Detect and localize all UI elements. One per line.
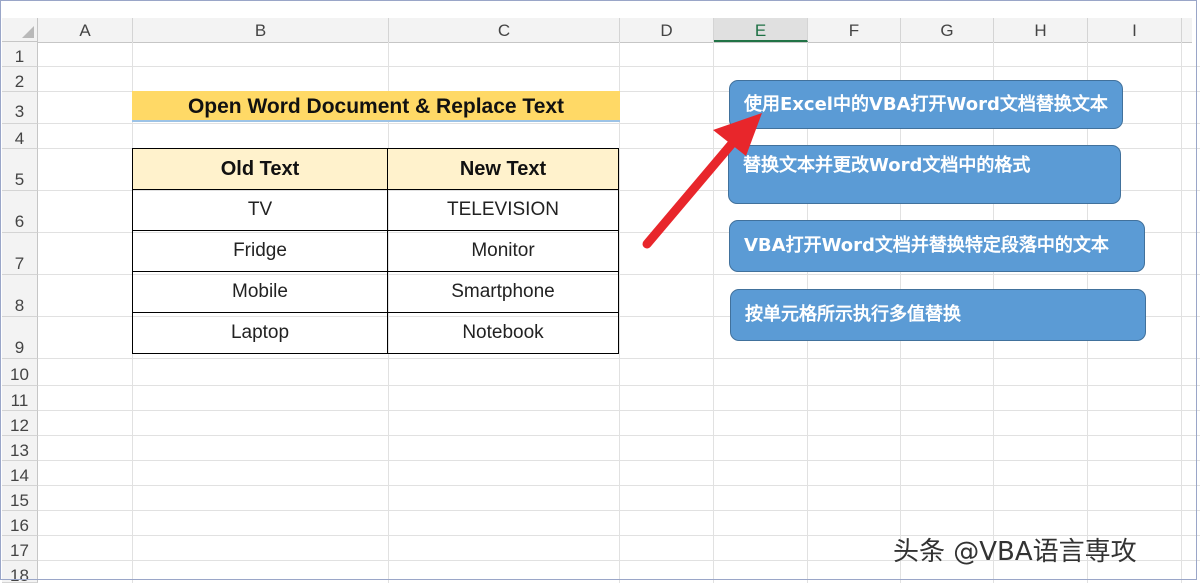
- new-text-cell[interactable]: TELEVISION: [387, 189, 619, 231]
- column-header-g[interactable]: G: [901, 18, 994, 42]
- table-row: Laptop Notebook: [132, 312, 619, 354]
- old-text-cell[interactable]: Laptop: [132, 312, 388, 354]
- row-header-6[interactable]: 6: [2, 191, 38, 233]
- row-header-7[interactable]: 7: [2, 233, 38, 275]
- shape-button-2[interactable]: 替换文本并更改Word文档中的格式: [728, 145, 1121, 204]
- column-header-c[interactable]: C: [389, 18, 620, 42]
- table-row: Mobile Smartphone: [132, 271, 619, 313]
- row-header-13[interactable]: 13: [2, 436, 38, 461]
- row-header-16[interactable]: 16: [2, 511, 38, 536]
- column-header-h[interactable]: H: [994, 18, 1088, 42]
- header-new-text[interactable]: New Text: [387, 148, 619, 190]
- new-text-cell[interactable]: Monitor: [387, 230, 619, 272]
- row-header-14[interactable]: 14: [2, 461, 38, 486]
- old-text-cell[interactable]: Mobile: [132, 271, 388, 313]
- row-header-1[interactable]: 1: [2, 42, 38, 67]
- select-all-corner[interactable]: [2, 18, 38, 42]
- row-header-8[interactable]: 8: [2, 275, 38, 317]
- title-cell[interactable]: Open Word Document & Replace Text: [132, 91, 620, 122]
- header-old-text[interactable]: Old Text: [132, 148, 388, 190]
- watermark-text: 头条 @VBA语言専攻: [893, 537, 1137, 567]
- shape-button-4[interactable]: 按单元格所示执行多值替换: [730, 289, 1146, 341]
- row-header-2[interactable]: 2: [2, 67, 38, 92]
- row-header-15[interactable]: 15: [2, 486, 38, 511]
- new-text-cell[interactable]: Smartphone: [387, 271, 619, 313]
- gridline: [38, 435, 1200, 436]
- row-header-10[interactable]: 10: [2, 359, 38, 386]
- gridline: [38, 385, 1200, 386]
- table-header-row: Old Text New Text: [132, 148, 619, 190]
- column-header-f[interactable]: F: [808, 18, 901, 42]
- row-header-4[interactable]: 4: [2, 124, 38, 149]
- row-header-3[interactable]: 3: [2, 92, 38, 124]
- gridline: [38, 410, 1200, 411]
- gridline: [38, 358, 1200, 359]
- gridline: [38, 510, 1200, 511]
- column-header-i[interactable]: I: [1088, 18, 1182, 42]
- gridline: [38, 485, 1200, 486]
- column-header-b[interactable]: B: [133, 18, 389, 42]
- old-text-cell[interactable]: Fridge: [132, 230, 388, 272]
- shape-button-1[interactable]: 使用Excel中的VBA打开Word文档替换文本: [729, 80, 1123, 129]
- row-header-11[interactable]: 11: [2, 386, 38, 411]
- column-header-a[interactable]: A: [38, 18, 133, 42]
- gridline: [38, 460, 1200, 461]
- row-header-17[interactable]: 17: [2, 536, 38, 561]
- shape-button-3[interactable]: VBA打开Word文档并替换特定段落中的文本: [729, 220, 1145, 272]
- row-header-9[interactable]: 9: [2, 317, 38, 359]
- row-header-5[interactable]: 5: [2, 149, 38, 191]
- new-text-cell[interactable]: Notebook: [387, 312, 619, 354]
- column-header-d[interactable]: D: [620, 18, 714, 42]
- row-header-18[interactable]: 18: [2, 561, 38, 583]
- table-row: Fridge Monitor: [132, 230, 619, 272]
- replacement-table: Old Text New Text TV TELEVISION Fridge M…: [132, 148, 619, 354]
- spreadsheet: A B C D E F G H I 1 2 3 4 5 6 7 8 9 10 1…: [0, 0, 1200, 583]
- table-row: TV TELEVISION: [132, 189, 619, 231]
- column-header-e[interactable]: E: [714, 18, 808, 42]
- gridline: [38, 66, 1200, 67]
- old-text-cell[interactable]: TV: [132, 189, 388, 231]
- row-header-12[interactable]: 12: [2, 411, 38, 436]
